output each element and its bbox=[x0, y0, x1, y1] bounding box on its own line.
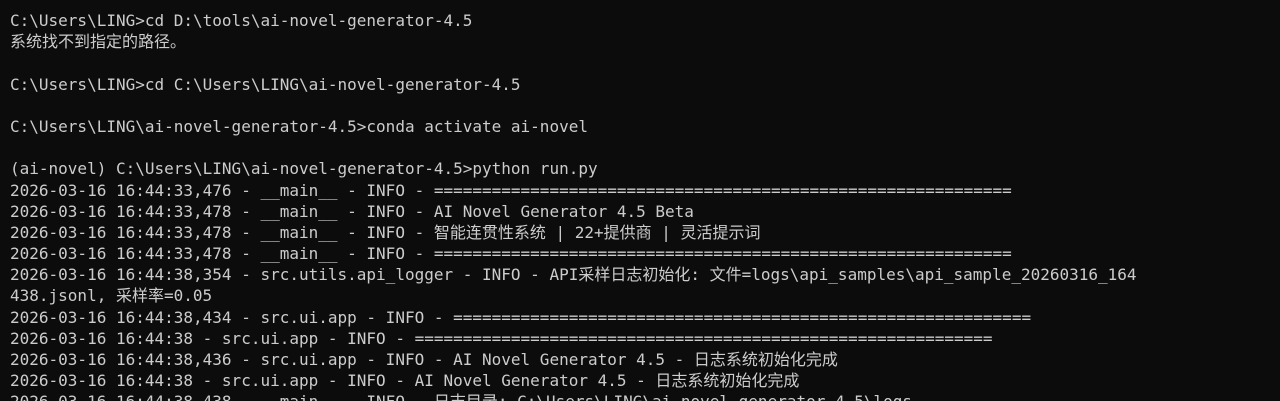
terminal-line: 2026-03-16 16:44:38,438 - __main__ - INF… bbox=[10, 391, 1280, 401]
terminal-window[interactable]: C:\Users\LING>cd D:\tools\ai-novel-gener… bbox=[0, 0, 1280, 401]
terminal-line: 系统找不到指定的路径。 bbox=[10, 32, 187, 52]
terminal-line: 2026-03-16 16:44:33,478 - __main__ - INF… bbox=[10, 201, 694, 221]
terminal-line: C:\Users\LING\ai-novel-generator-4.5>con… bbox=[10, 116, 588, 136]
terminal-line: 438.jsonl, 采样率=0.05 bbox=[10, 286, 213, 306]
terminal-line: 2026-03-16 16:44:33,476 - __main__ - INF… bbox=[10, 180, 1012, 200]
terminal-line: 2026-03-16 16:44:33,478 - __main__ - INF… bbox=[10, 244, 1012, 264]
terminal-line: C:\Users\LING>cd D:\tools\ai-novel-gener… bbox=[10, 11, 473, 30]
terminal-line: 2026-03-16 16:44:38,436 - src.ui.app - I… bbox=[10, 350, 838, 369]
terminal-line: C:\Users\LING>cd C:\Users\LING\ai-novel-… bbox=[10, 74, 521, 94]
terminal-line: 2026-03-16 16:44:38,354 - src.utils.api_… bbox=[10, 265, 1137, 285]
terminal-line: 2026-03-16 16:44:38,434 - src.ui.app - I… bbox=[10, 307, 1032, 327]
terminal-line: 2026-03-16 16:44:38 - src.ui.app - INFO … bbox=[10, 371, 800, 391]
terminal-line: 2026-03-16 16:44:38 - src.ui.app - INFO … bbox=[10, 328, 993, 348]
terminal-line: (ai-novel) C:\Users\LING\ai-novel-genera… bbox=[10, 159, 598, 179]
vertical-scrollbar[interactable] bbox=[1276, 0, 1280, 401]
terminal-output: C:\Users\LING>cd D:\tools\ai-novel-gener… bbox=[10, 10, 1280, 401]
terminal-line: 2026-03-16 16:44:33,478 - __main__ - INF… bbox=[10, 222, 761, 242]
